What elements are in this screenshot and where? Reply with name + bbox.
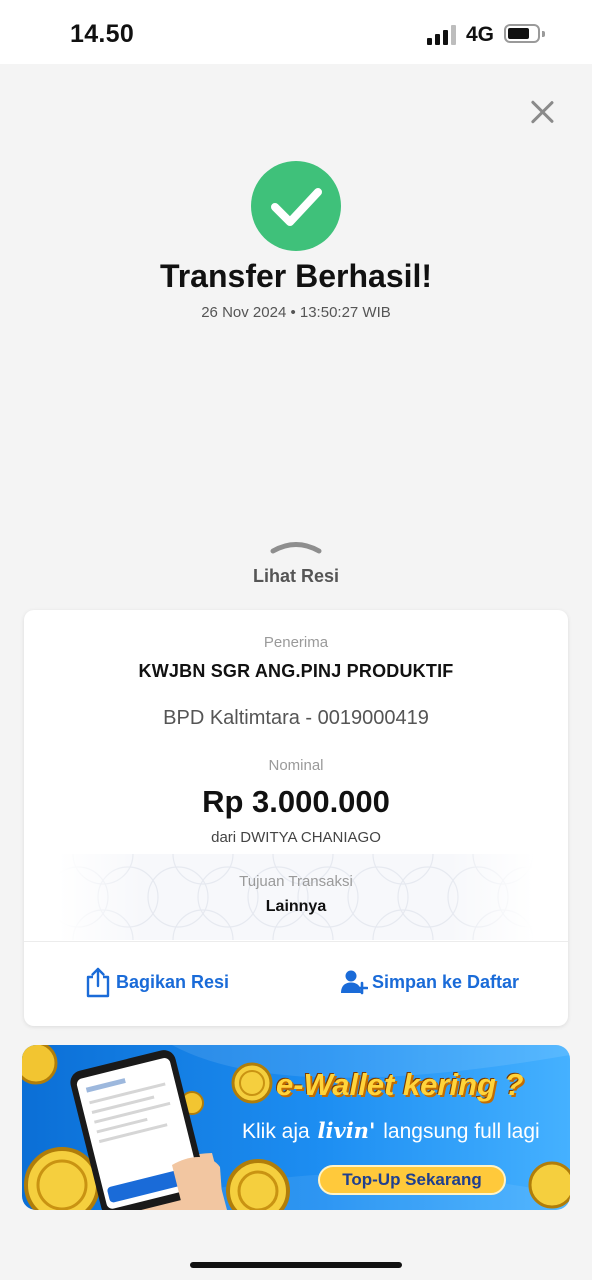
battery-icon [504, 24, 545, 43]
purpose-value: Lainnya [265, 898, 327, 915]
recipient-name: KWJBN SGR ANG.PINJ PRODUKTIF [138, 661, 454, 681]
chevron-up-icon[interactable] [270, 536, 322, 554]
topup-now-button[interactable]: Top-Up Sekarang [318, 1165, 506, 1195]
view-receipt-button[interactable]: Lihat Resi [0, 566, 592, 587]
banner-sub-prefix: Klik aja [242, 1120, 310, 1143]
amount-label: Nominal [268, 757, 324, 774]
promo-banner[interactable]: e-Wallet kering ? Klik aja livin' langsu… [22, 1045, 570, 1210]
sender-name: dari DWITYA CHANIAGO [211, 829, 381, 846]
livin-logo: livin' [317, 1118, 376, 1143]
close-icon[interactable] [526, 96, 558, 128]
background-pattern [58, 854, 534, 940]
home-indicator[interactable] [190, 1262, 402, 1268]
status-bar: 14.50 4G [0, 0, 592, 64]
network-type: 4G [466, 23, 495, 46]
share-receipt-label: Bagikan Resi [116, 971, 230, 992]
share-receipt-button[interactable]: Bagikan Resi [84, 964, 229, 1000]
check-circle-icon [251, 161, 341, 251]
page-title: Transfer Berhasil! [159, 258, 433, 294]
recipient-bank-account: BPD Kaltimtara - 0019000419 [163, 707, 429, 729]
receipt-card: Penerima KWJBN SGR ANG.PINJ PRODUKTIF BP… [24, 610, 568, 1026]
transaction-datetime: 26 Nov 2024 • 13:50:27 WIB [201, 304, 391, 321]
recipient-label: Penerima [263, 634, 329, 651]
save-to-list-button[interactable]: Simpan ke Daftar [340, 964, 519, 1000]
share-icon [86, 967, 110, 998]
divider [24, 941, 568, 942]
banner-headline: e-Wallet kering ? [276, 1067, 524, 1102]
save-to-list-label: Simpan ke Daftar [372, 971, 520, 992]
banner-sub-suffix: langsung full lagi [383, 1120, 540, 1143]
purpose-label: Tujuan Transaksi [239, 873, 353, 890]
banner-subtext: Klik aja livin' langsung full lagi [242, 1118, 540, 1144]
signal-icon [427, 25, 457, 45]
amount-value: Rp 3.000.000 [202, 784, 390, 819]
status-time: 14.50 [70, 20, 135, 48]
add-user-icon [341, 970, 368, 995]
